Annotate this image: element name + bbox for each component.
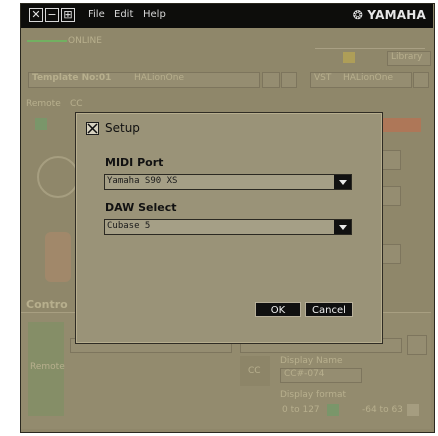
cc-slot: CC	[240, 356, 270, 386]
vst-value: HALionOne	[343, 73, 393, 83]
chevron-down-icon[interactable]	[334, 175, 351, 189]
vst-next-button[interactable]	[413, 72, 429, 88]
side-button-2[interactable]	[381, 186, 401, 206]
p-indicator	[343, 52, 355, 63]
range-radio[interactable]	[327, 404, 339, 416]
vst-label: VST	[314, 73, 332, 83]
vst-field[interactable]: VST HALionOne	[310, 72, 412, 88]
cancel-button[interactable]: Cancel	[305, 302, 353, 317]
cc-header: CC	[70, 99, 83, 109]
control-next-button[interactable]	[407, 335, 427, 355]
minimize-icon[interactable]: −	[45, 8, 59, 22]
display-name-label: Display Name	[280, 356, 343, 366]
library-button[interactable]: Library	[387, 51, 431, 66]
menu-box-icon[interactable]: ⊞	[61, 8, 75, 22]
display-name-value: CC#-074	[284, 369, 325, 379]
side-button-1[interactable]	[381, 150, 401, 170]
display-format-label: Display format	[280, 390, 347, 400]
template-name: HALionOne	[134, 73, 184, 83]
midi-port-value: Yamaha S90 XS	[107, 176, 178, 186]
range-option-1[interactable]: 0 to 127	[282, 405, 320, 415]
side-button-3[interactable]	[381, 244, 401, 264]
template-field[interactable]: Template No:01 HALionOne	[28, 72, 260, 88]
cc-slot-label: CC	[248, 366, 261, 376]
brand-text: YAMAHA	[367, 8, 426, 22]
daw-select[interactable]: Cubase 5	[104, 219, 352, 235]
menu-file[interactable]: File	[88, 9, 105, 20]
dialog-close-icon[interactable]	[86, 122, 99, 135]
menu-help[interactable]: Help	[143, 9, 166, 20]
close-icon[interactable]: ✕	[29, 8, 43, 22]
range-radio-2[interactable]	[407, 404, 419, 416]
yamaha-logo: ❂ YAMAHA	[352, 8, 426, 22]
midi-port-select[interactable]: Yamaha S90 XS	[104, 174, 352, 190]
range-option-2[interactable]: -64 to 63	[362, 405, 403, 415]
remote-slot-label: Remote	[30, 362, 65, 372]
template-next-button[interactable]	[281, 72, 297, 88]
online-indicator	[27, 40, 67, 42]
ok-button[interactable]: OK	[255, 302, 301, 317]
logo-strip	[315, 34, 425, 49]
online-label: ONLINE	[68, 36, 102, 46]
display-name-field[interactable]: CC#-074	[280, 368, 362, 383]
red-indicator	[381, 118, 421, 132]
control-section-label: Contro	[26, 298, 68, 311]
fader-icon	[45, 232, 71, 282]
template-stepper[interactable]	[262, 72, 280, 88]
library-label: Library	[391, 52, 423, 62]
daw-value: Cubase 5	[107, 221, 151, 231]
template-label: Template No:01	[32, 73, 112, 83]
dialog-title: Setup	[105, 121, 140, 135]
knob[interactable]	[37, 156, 79, 198]
daw-select-label: DAW Select	[105, 201, 177, 214]
midi-port-label: MIDI Port	[105, 156, 164, 169]
remote-header: Remote	[26, 99, 61, 109]
menu-edit[interactable]: Edit	[114, 9, 133, 20]
chevron-down-icon[interactable]	[334, 220, 351, 234]
remote-indicator	[35, 118, 47, 130]
remote-slot: Remote	[28, 322, 65, 416]
